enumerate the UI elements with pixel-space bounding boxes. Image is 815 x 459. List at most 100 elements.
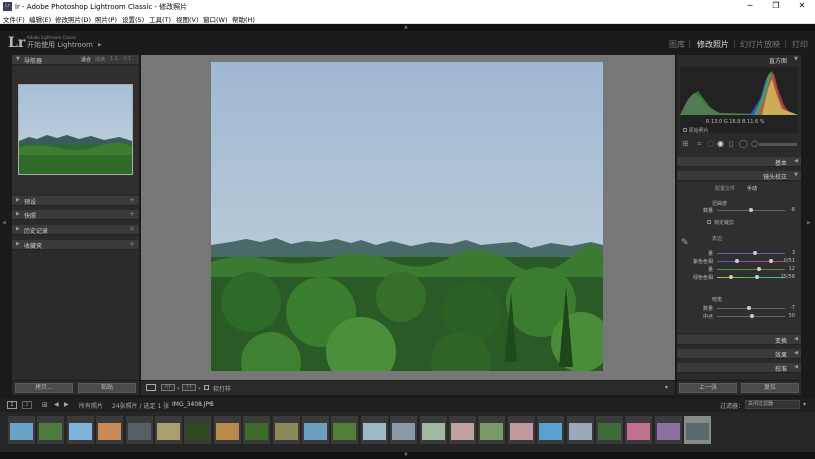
module-library[interactable]: 图库 [669,39,685,50]
zoom-3-1[interactable]: 3:1 [123,56,131,62]
chevron-down-icon[interactable]: ▾ [198,386,201,392]
vignette-amount-slider[interactable]: 数量 -7 [677,305,801,313]
filmstrip-thumbnail[interactable] [66,416,94,444]
purple-hue-slider[interactable]: 紫色色相 0/51 [677,258,801,266]
distortion-amount-slider[interactable]: 数量 -8 [677,207,801,215]
slider-track[interactable] [717,208,785,212]
slider-knob[interactable] [769,259,773,263]
filmstrip-thumbnail[interactable] [272,416,300,444]
toolbar-menu-icon[interactable]: ▾ [665,384,668,391]
original-photo-toggle[interactable]: 原始照片 [683,127,709,134]
module-slideshow[interactable]: 幻灯片放映 [740,39,780,50]
top-panel-toggle-strip[interactable]: ▲ [0,24,815,31]
calibration-header[interactable]: 校准 ◀ [677,363,801,373]
menu-help[interactable]: 帮助(H) [232,14,255,24]
add-snapshot-icon[interactable]: + [129,210,135,218]
filter-lock-icon[interactable]: ▾ [803,401,806,408]
menu-develop[interactable]: 修改照片(D) [55,14,91,24]
slider-knob[interactable] [747,306,751,310]
presets-header[interactable]: ▶ 预设 + [12,196,139,206]
filter-dropdown[interactable]: 关闭过滤器 [745,400,800,409]
navigator-header[interactable]: ▼ 导航器 适合 填满 1:1 3:1 [12,55,139,65]
source-label[interactable]: 所有照片 [79,401,103,410]
zoom-fill[interactable]: 填满 [95,56,105,63]
filmstrip-thumbnail[interactable] [654,416,682,444]
filmstrip-thumbnail[interactable] [478,416,506,444]
radial-filter-icon[interactable]: ◯ [739,139,748,148]
graduated-filter-icon[interactable]: ▯ [729,139,733,148]
before-after-icon[interactable]: XY [161,384,175,391]
soft-proof-checkbox[interactable] [204,385,209,390]
play-icon[interactable]: ▶ [98,42,102,48]
filename[interactable]: IMG_3408.JPG [172,401,214,408]
slider-track[interactable] [717,306,785,310]
original-checkbox[interactable] [683,128,687,132]
basic-header[interactable]: 基本 ◀ [677,157,801,167]
slider-value[interactable]: 3 [792,250,795,256]
slider-knob[interactable] [749,208,753,212]
spot-removal-icon[interactable]: ◌ [707,139,714,148]
chevron-right-icon[interactable]: ▶ [807,220,811,226]
copy-button[interactable]: 拷贝... [15,383,73,393]
reset-button[interactable]: 复位 [741,383,799,393]
slider-value[interactable]: 12 [789,266,795,272]
filmstrip-thumbnail[interactable] [155,416,182,444]
left-panel-toggle-strip[interactable]: ◀ [0,55,11,380]
add-collection-icon[interactable]: + [129,240,135,248]
close-button[interactable]: ✕ [792,1,812,10]
slider-knob[interactable] [750,314,754,318]
filmstrip-thumbnail[interactable] [96,416,124,444]
history-header[interactable]: ▶ 历史记录 × [12,225,139,235]
filmstrip-thumbnail[interactable] [37,416,65,444]
green-hue-slider[interactable]: 绿色色相 25/58 [677,274,801,282]
constrain-checkbox[interactable] [707,220,711,224]
navigator-thumbnail[interactable] [18,84,133,175]
slider-knob[interactable] [735,259,739,263]
crop-icon[interactable]: ⌗ [697,139,702,149]
module-print[interactable]: 打印 [792,39,808,50]
clear-history-icon[interactable]: × [129,225,135,233]
menu-view[interactable]: 视图(V) [176,14,199,24]
lens-correction-header[interactable]: 镜头校正 ▼ [677,171,801,181]
filmstrip-thumbnail[interactable] [184,416,212,444]
identity-plate-line2[interactable]: 开始使用 Lightroom [27,40,93,50]
grid-view-icon[interactable]: ⊞ [42,401,48,409]
filmstrip-thumbnail[interactable] [507,416,535,444]
menu-photo[interactable]: 照片(P) [95,14,117,24]
chevron-down-icon[interactable]: ▼ [404,452,408,458]
main-photo[interactable] [211,62,603,371]
chevron-down-icon[interactable]: ▾ [210,401,213,407]
slider-knob[interactable] [757,267,761,271]
maximize-button[interactable]: ❐ [766,1,786,10]
filmstrip-thumbnail[interactable] [302,416,329,444]
filmstrip-thumbnail[interactable] [8,416,35,444]
filmstrip-thumbnail[interactable] [390,416,418,444]
right-panel-toggle-strip[interactable]: ▶ [803,55,815,380]
brush-slider[interactable] [759,143,797,146]
filmstrip-thumbnail[interactable] [360,416,388,444]
filmstrip-thumbnail[interactable] [684,416,712,444]
grid-icon[interactable]: ⊞ [682,139,689,148]
filmstrip-thumbnail[interactable] [537,416,565,444]
window-1-button[interactable]: 1 [7,401,17,409]
slider-track[interactable] [717,314,785,318]
filmstrip-thumbnail[interactable] [449,416,476,444]
filmstrip-thumbnail[interactable] [625,416,653,444]
slider-track[interactable] [717,259,785,263]
filmstrip-thumbnail[interactable] [243,416,271,444]
effects-header[interactable]: 效果 ◀ [677,349,801,359]
slider-value[interactable]: 0/51 [784,258,795,264]
tab-profile[interactable]: 配置文件 [715,185,735,192]
tab-manual[interactable]: 手动 [747,185,757,192]
red-eye-icon[interactable]: ◉ [717,139,724,148]
chevron-down-icon[interactable]: ▾ [177,386,180,392]
filmstrip-thumbnail[interactable] [213,416,241,444]
slider-value[interactable]: 50 [789,313,795,319]
menu-edit[interactable]: 编辑(E) [29,14,51,24]
navigator-preview-area[interactable] [12,66,139,194]
forward-arrow-icon[interactable]: ▶ [64,401,69,408]
filmstrip-thumbnail[interactable] [125,416,153,444]
previous-button[interactable]: 上一张 [679,383,737,393]
module-develop[interactable]: 修改照片 [697,39,729,50]
collections-header[interactable]: ▶ 收藏夹 + [12,240,139,250]
